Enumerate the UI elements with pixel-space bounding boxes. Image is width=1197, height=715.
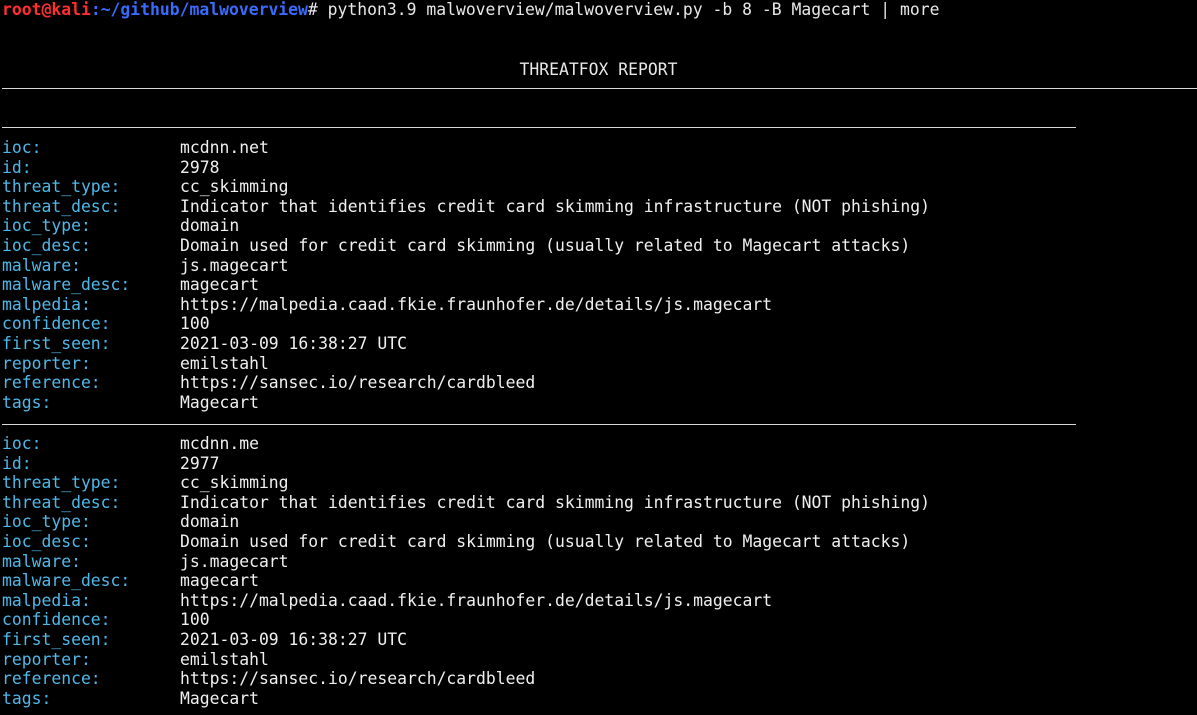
field-key: malpedia: — [2, 590, 91, 610]
field-value: Domain used for credit card skimming (us… — [180, 235, 911, 255]
field-key: malpedia: — [2, 294, 91, 314]
field-value: Magecart — [180, 392, 259, 412]
field-value: Indicator that identifies credit card sk… — [180, 196, 930, 216]
field-value: emilstahl — [180, 649, 269, 669]
field-key: reference: — [2, 373, 101, 393]
field-value: https://malpedia.caad.fkie.fraunhofer.de… — [180, 294, 773, 314]
field-key: reference: — [2, 669, 101, 689]
field-row: malpedia: https://malpedia.caad.fkie.frau… — [2, 591, 930, 611]
field-row: reference: https://sansec.io/research/car… — [2, 669, 930, 689]
field-key: ioc: — [2, 434, 42, 453]
field-row: reporter: emilstahl — [2, 354, 930, 374]
record-divider-top — [2, 127, 1076, 128]
field-value: 2021-03-09 16:38:27 UTC — [180, 629, 407, 649]
field-key: threat_type: — [2, 473, 121, 493]
field-row: first_seen: 2021-03-09 16:38:27 UTC — [2, 334, 930, 354]
field-key: ioc_desc: — [2, 235, 91, 255]
field-row: threat_desc: Indicator that identifies cr… — [2, 197, 930, 217]
prompt-path: ~/github/malwoverview — [100, 0, 308, 19]
field-value: 2978 — [180, 157, 220, 177]
field-row: threat_type: cc_skimming — [2, 473, 930, 493]
field-row: tags: Magecart — [2, 689, 930, 709]
field-value: cc_skimming — [180, 177, 289, 197]
field-value: emilstahl — [180, 353, 269, 373]
field-value: mcdnn.me — [180, 434, 259, 453]
field-key: tags: — [2, 392, 52, 412]
field-key: reporter: — [2, 649, 91, 669]
field-row: malware: js.magecart — [2, 256, 930, 276]
field-row: ioc_type: domain — [2, 216, 930, 236]
field-row: id: 2978 — [2, 158, 930, 178]
field-row: confidence: 100 — [2, 314, 930, 334]
field-row: malware_desc: magecart — [2, 571, 930, 591]
field-value: js.magecart — [180, 551, 289, 571]
field-key: ioc_type: — [2, 512, 91, 532]
field-value: Domain used for credit card skimming (us… — [180, 531, 911, 551]
field-value: mcdnn.net — [180, 138, 269, 157]
field-row: ioc: mcdnn.net — [2, 138, 930, 158]
field-key: confidence: — [2, 610, 111, 630]
prompt-symbol: # — [307, 0, 318, 19]
field-key: id: — [2, 453, 32, 473]
field-key: ioc_type: — [2, 216, 91, 236]
field-row: malware: js.magecart — [2, 552, 930, 572]
field-row: malware_desc: magecart — [2, 275, 930, 295]
field-key: reporter: — [2, 353, 91, 373]
field-value: js.magecart — [180, 255, 289, 275]
field-value: https://sansec.io/research/cardbleed — [180, 669, 536, 689]
field-row: tags: Magecart — [2, 393, 930, 413]
field-row: threat_desc: Indicator that identifies cr… — [2, 493, 930, 513]
field-row: ioc_desc: Domain used for credit card ski… — [2, 236, 930, 256]
field-row: id: 2977 — [2, 454, 930, 474]
field-row: malpedia: https://malpedia.caad.fkie.frau… — [2, 295, 930, 315]
field-key: ioc: — [2, 138, 42, 157]
field-value: Indicator that identifies credit card sk… — [180, 492, 930, 512]
field-value: 2977 — [180, 453, 220, 473]
field-value: domain — [180, 512, 240, 532]
field-value: magecart — [180, 275, 259, 295]
field-key: threat_type: — [2, 177, 121, 197]
field-row: reference: https://sansec.io/research/car… — [2, 373, 930, 393]
field-value: https://sansec.io/research/cardbleed — [180, 373, 536, 393]
field-key: first_seen: — [2, 333, 111, 353]
field-row: ioc: mcdnn.me — [2, 434, 930, 454]
field-key: malware: — [2, 551, 81, 571]
field-row: threat_type: cc_skimming — [2, 177, 930, 197]
field-value: https://malpedia.caad.fkie.fraunhofer.de… — [180, 590, 773, 610]
field-row: ioc_type: domain — [2, 512, 930, 532]
field-key: threat_desc: — [2, 196, 121, 216]
field-key: first_seen: — [2, 629, 111, 649]
field-value: Magecart — [180, 688, 259, 708]
field-value: magecart — [180, 571, 259, 591]
field-key: tags: — [2, 688, 52, 708]
field-key: confidence: — [2, 314, 111, 334]
field-key: malware_desc: — [2, 571, 131, 591]
prompt-command: python3.9 malwoverview/malwoverview.py -… — [317, 0, 940, 19]
field-key: ioc_desc: — [2, 531, 91, 551]
header-divider — [2, 88, 1197, 89]
field-key: threat_desc: — [2, 492, 121, 512]
field-row: ioc_desc: Domain used for credit card ski… — [2, 532, 930, 552]
field-row: reporter: emilstahl — [2, 650, 930, 670]
prompt-separator: : — [90, 0, 101, 19]
field-value: 2021-03-09 16:38:27 UTC — [180, 333, 407, 353]
prompt-user-host: root@kali — [2, 0, 91, 19]
field-value: domain — [180, 216, 240, 236]
shell-prompt-line: root@kali:~/github/malwoverview# python3… — [2, 0, 939, 20]
record-divider — [2, 424, 1076, 425]
field-key: malware_desc: — [2, 275, 131, 295]
field-key: malware: — [2, 255, 81, 275]
record-2: ioc: mcdnn.me id: 2977 threat_type: cc_skim… — [2, 434, 930, 708]
field-row: first_seen: 2021-03-09 16:38:27 UTC — [2, 630, 930, 650]
field-value: 100 — [180, 610, 210, 630]
field-value: 100 — [180, 314, 210, 334]
field-key: id: — [2, 157, 32, 177]
record-1: ioc: mcdnn.net id: 2978 threat_type: cc_ski… — [2, 138, 930, 412]
field-row: confidence: 100 — [2, 610, 930, 630]
report-title: THREATFOX REPORT — [519, 60, 678, 79]
field-value: cc_skimming — [180, 473, 289, 493]
terminal-window[interactable]: root@kali:~/github/malwoverview# python3… — [0, 0, 1197, 715]
